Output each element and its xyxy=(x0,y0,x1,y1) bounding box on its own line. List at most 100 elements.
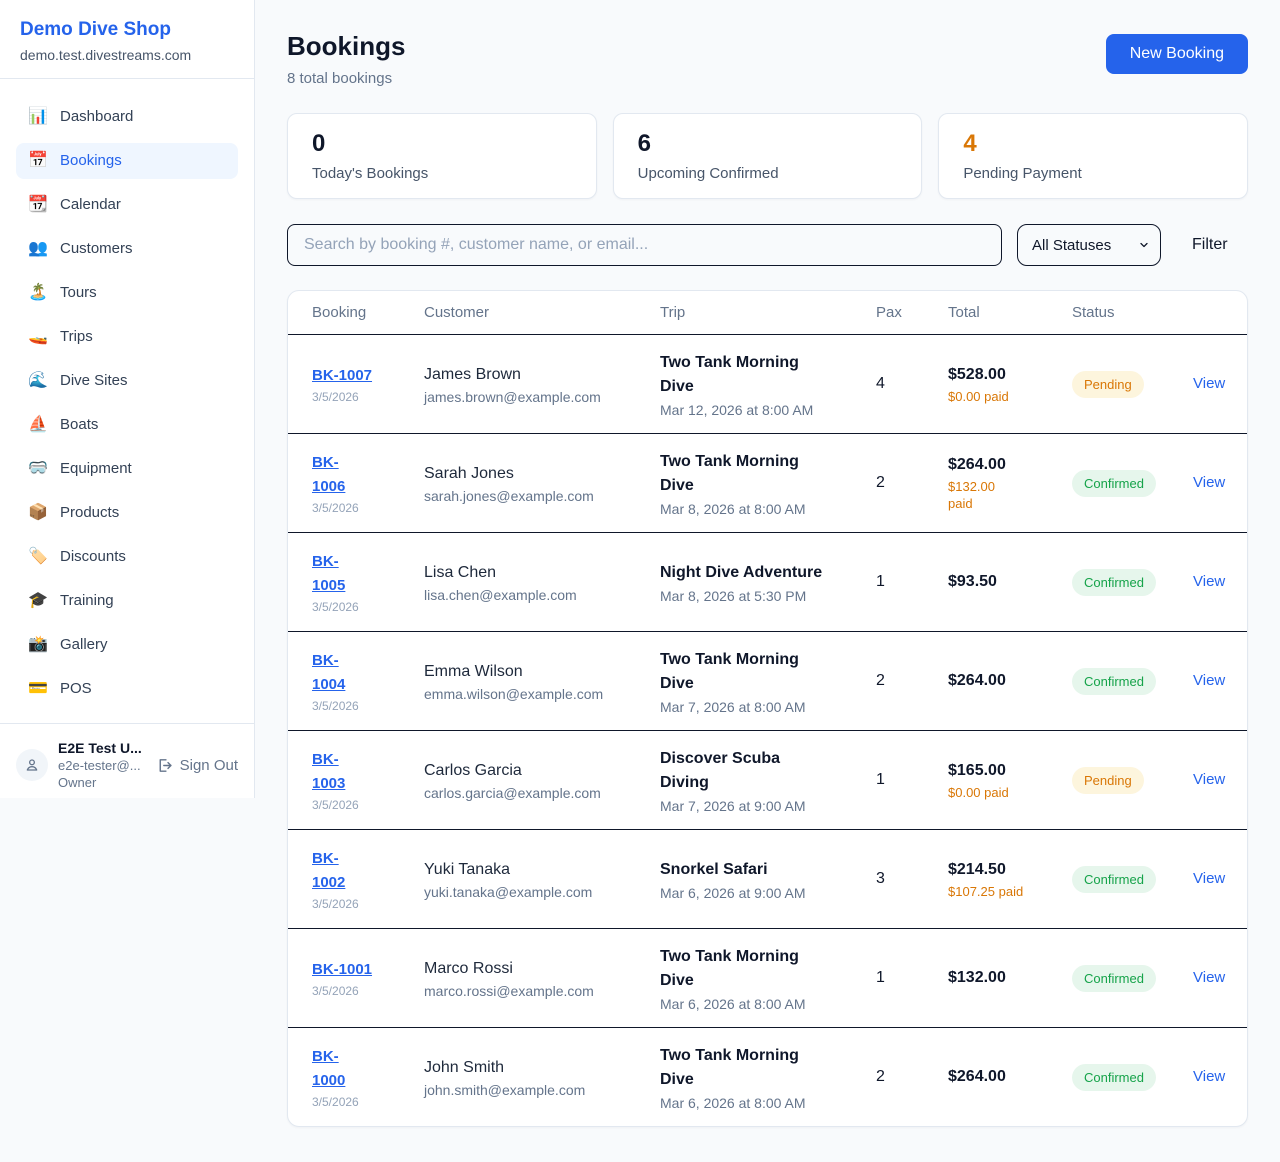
sidebar-item-label: Boats xyxy=(60,415,98,435)
sidebar-item-label: Dashboard xyxy=(60,107,133,127)
column-header-pax: Pax xyxy=(876,304,948,321)
new-booking-button[interactable]: New Booking xyxy=(1106,34,1248,74)
paid-amount: $0.00 paid xyxy=(948,388,1062,405)
sidebar-item-customers[interactable]: 👥 Customers xyxy=(16,231,238,267)
sign-out-button[interactable]: Sign Out xyxy=(156,757,238,774)
user-email: e2e-tester@... xyxy=(58,757,146,774)
stat-label: Pending Payment xyxy=(963,165,1223,182)
trip-name: Two Tank Morning Dive xyxy=(660,648,866,696)
column-header-status: Status xyxy=(1072,304,1193,321)
stat-card-upcoming-confirmed: 6 Upcoming Confirmed xyxy=(613,113,923,199)
sidebar-item-boats[interactable]: ⛵ Boats xyxy=(16,407,238,443)
trip-cell: Snorkel Safari Mar 6, 2026 at 9:00 AM xyxy=(660,858,876,901)
training-icon: 🎓 xyxy=(28,591,47,611)
status-cell: Confirmed xyxy=(1072,470,1193,497)
table-row: BK- 1003 3/5/2026 Carlos Garcia carlos.g… xyxy=(288,730,1247,829)
view-link[interactable]: View xyxy=(1193,672,1225,689)
actions-cell: View xyxy=(1193,672,1223,690)
discounts-icon: 🏷️ xyxy=(28,547,47,567)
total-cell: $93.50 xyxy=(948,571,1072,593)
customer-cell: James Brown james.brown@example.com xyxy=(424,364,660,405)
view-link[interactable]: View xyxy=(1193,474,1225,491)
table-header-row: Booking Customer Trip Pax Total Status xyxy=(288,291,1247,334)
customer-email: emma.wilson@example.com xyxy=(424,686,650,702)
total-cell: $264.00 $132.00 paid xyxy=(948,454,1072,512)
sidebar-item-trips[interactable]: 🚤 Trips xyxy=(16,319,238,355)
products-icon: 📦 xyxy=(28,503,47,523)
sidebar-item-dashboard[interactable]: 📊 Dashboard xyxy=(16,99,238,135)
pax-cell: 1 xyxy=(876,573,948,591)
bookings-icon: 📅 xyxy=(28,151,47,171)
status-cell: Pending xyxy=(1072,371,1193,398)
total-cell: $264.00 xyxy=(948,670,1072,692)
paid-amount: $0.00 paid xyxy=(948,784,1062,801)
booking-id-link[interactable]: BK-1007 xyxy=(312,367,372,384)
total-cell: $132.00 xyxy=(948,967,1072,989)
trip-datetime: Mar 6, 2026 at 9:00 AM xyxy=(660,885,866,901)
shop-domain: demo.test.divestreams.com xyxy=(20,47,234,63)
main-content: Bookings 8 total bookings New Booking 0 … xyxy=(255,0,1280,1127)
actions-cell: View xyxy=(1193,969,1223,987)
booking-id-link[interactable]: BK- 1004 xyxy=(312,652,345,693)
booking-id-link[interactable]: BK- 1002 xyxy=(312,850,345,891)
filter-bar: All Statuses Filter xyxy=(287,224,1248,266)
dive-sites-icon: 🌊 xyxy=(28,371,47,391)
sidebar-item-pos[interactable]: 💳 POS xyxy=(16,671,238,707)
trip-datetime: Mar 6, 2026 at 8:00 AM xyxy=(660,996,866,1012)
stat-label: Today's Bookings xyxy=(312,165,572,182)
sidebar-item-calendar[interactable]: 📆 Calendar xyxy=(16,187,238,223)
sidebar-item-label: Training xyxy=(60,591,114,611)
status-cell: Pending xyxy=(1072,767,1193,794)
trip-datetime: Mar 6, 2026 at 8:00 AM xyxy=(660,1095,866,1111)
view-link[interactable]: View xyxy=(1193,969,1225,986)
view-link[interactable]: View xyxy=(1193,573,1225,590)
sidebar-item-label: Calendar xyxy=(60,195,121,215)
trip-datetime: Mar 8, 2026 at 8:00 AM xyxy=(660,501,866,517)
booking-date: 3/5/2026 xyxy=(312,699,414,713)
trip-name: Two Tank Morning Dive xyxy=(660,945,866,993)
sidebar-item-equipment[interactable]: 🥽 Equipment xyxy=(16,451,238,487)
view-link[interactable]: View xyxy=(1193,1068,1225,1085)
view-link[interactable]: View xyxy=(1193,870,1225,887)
column-header-total: Total xyxy=(948,304,1072,321)
total-amount: $132.00 xyxy=(948,967,1062,989)
view-link[interactable]: View xyxy=(1193,375,1225,392)
stat-label: Upcoming Confirmed xyxy=(638,165,898,182)
customer-name: Marco Rossi xyxy=(424,958,650,980)
sidebar-item-bookings[interactable]: 📅 Bookings xyxy=(16,143,238,179)
booking-id-link[interactable]: BK- 1006 xyxy=(312,454,345,495)
sidebar-item-gallery[interactable]: 📸 Gallery xyxy=(16,627,238,663)
sidebar-item-products[interactable]: 📦 Products xyxy=(16,495,238,531)
bookings-table: Booking Customer Trip Pax Total Status B… xyxy=(287,290,1248,1127)
booking-cell: BK- 1005 3/5/2026 xyxy=(312,550,424,614)
table-row: BK- 1000 3/5/2026 John Smith john.smith@… xyxy=(288,1027,1247,1126)
customer-email: james.brown@example.com xyxy=(424,389,650,405)
sidebar-item-training[interactable]: 🎓 Training xyxy=(16,583,238,619)
filter-button[interactable]: Filter xyxy=(1192,236,1228,254)
booking-cell: BK- 1003 3/5/2026 xyxy=(312,748,424,812)
booking-id-link[interactable]: BK-1001 xyxy=(312,961,372,978)
actions-cell: View xyxy=(1193,375,1223,393)
view-link[interactable]: View xyxy=(1193,771,1225,788)
trip-cell: Discover Scuba Diving Mar 7, 2026 at 9:0… xyxy=(660,747,876,814)
customer-name: Emma Wilson xyxy=(424,661,650,683)
status-cell: Confirmed xyxy=(1072,668,1193,695)
dashboard-icon: 📊 xyxy=(28,107,47,127)
table-body: BK-1007 3/5/2026 James Brown james.brown… xyxy=(288,334,1247,1126)
trip-cell: Two Tank Morning Dive Mar 12, 2026 at 8:… xyxy=(660,351,876,418)
search-input[interactable] xyxy=(287,224,1002,266)
booking-id-link[interactable]: BK- 1000 xyxy=(312,1048,345,1089)
status-select[interactable]: All Statuses xyxy=(1017,224,1161,266)
booking-id-link[interactable]: BK- 1003 xyxy=(312,751,345,792)
user-name: E2E Test U... xyxy=(58,739,146,757)
status-badge: Confirmed xyxy=(1072,965,1156,992)
sidebar: Demo Dive Shop demo.test.divestreams.com… xyxy=(0,0,255,798)
sidebar-item-discounts[interactable]: 🏷️ Discounts xyxy=(16,539,238,575)
sidebar-item-tours[interactable]: 🏝️ Tours xyxy=(16,275,238,311)
stats-cards: 0 Today's Bookings 6 Upcoming Confirmed … xyxy=(287,113,1248,199)
sidebar-item-dive-sites[interactable]: 🌊 Dive Sites xyxy=(16,363,238,399)
pax-cell: 1 xyxy=(876,771,948,789)
status-badge: Confirmed xyxy=(1072,569,1156,596)
booking-id-link[interactable]: BK- 1005 xyxy=(312,553,345,594)
customer-email: sarah.jones@example.com xyxy=(424,488,650,504)
